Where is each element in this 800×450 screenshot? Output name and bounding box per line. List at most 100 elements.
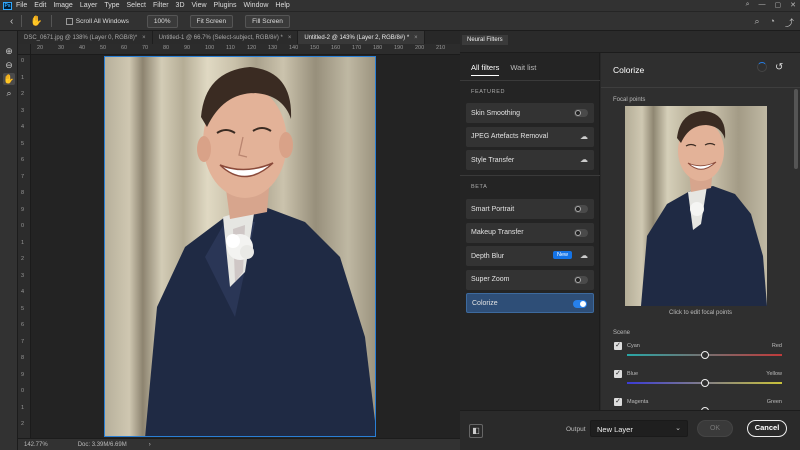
detail-scrollbar[interactable] <box>794 89 798 169</box>
ruler-tick-label: 0 <box>21 388 25 394</box>
minimize-icon[interactable]: — <box>759 1 766 9</box>
status-menu-arrow[interactable]: › <box>149 442 151 448</box>
maximize-icon[interactable]: ▢ <box>775 1 782 9</box>
neural-filters-footer: ◧ Output New Layer ⌄ OK Cancel <box>460 410 800 450</box>
filter-item-skin-smoothing[interactable]: Skin Smoothing <box>466 103 594 123</box>
cancel-button[interactable]: Cancel <box>747 420 787 437</box>
photoshop-logo: Ps <box>3 1 12 10</box>
cloud-download-icon[interactable]: ☁ <box>580 132 588 141</box>
hand-tool-icon[interactable]: ✋ <box>30 16 42 27</box>
document-tab[interactable]: DSC_0671.jpg @ 138% (Layer 0, RGB/8)* × <box>18 31 153 44</box>
close-icon[interactable]: ✕ <box>790 1 796 9</box>
close-tab-icon[interactable]: × <box>288 35 292 41</box>
filter-item-colorize[interactable]: Colorize <box>466 293 594 313</box>
ruler-tick-label: 180 <box>373 45 383 51</box>
filter-item-jpeg-artefacts-removal[interactable]: JPEG Artefacts Removal ☁ <box>466 126 594 147</box>
ruler-tick-label: 5 <box>21 140 25 147</box>
menu-item-layer[interactable]: Layer <box>80 2 98 9</box>
filter-detail-title: Colorize <box>613 65 645 75</box>
slider-thumb[interactable] <box>700 379 709 387</box>
close-tab-icon[interactable]: × <box>142 35 146 41</box>
ruler-tick-label: 1 <box>21 74 25 81</box>
document-tab-label: Untitled-2 @ 143% (Layer 2, RGB/8#) * <box>304 34 410 41</box>
menu-item-help[interactable]: Help <box>275 2 289 9</box>
menu-item-type[interactable]: Type <box>104 2 119 9</box>
focal-points-preview[interactable] <box>625 106 767 306</box>
menu-item-select[interactable]: Select <box>127 2 146 9</box>
ruler-top: 20 30 40 50 60 70 80 90 100 110 120 130 140 150 160 170… <box>31 44 460 55</box>
document-tab[interactable]: Untitled-2 @ 143% (Layer 2, RGB/8#) * × <box>298 31 425 44</box>
share-icon[interactable]: ⤴ <box>785 16 794 29</box>
output-label: Output <box>566 426 586 433</box>
document-tab[interactable]: Untitled-1 @ 66.7% (Select-subject, RGB/… <box>152 31 299 44</box>
filter-toggle[interactable] <box>574 205 588 213</box>
filter-item-label: JPEG Artefacts Removal <box>471 133 549 140</box>
ruler-left: 0 1 2 3 4 5 6 7 8 9 0 1 2 3 4 5 6 7 8 9 0 1 2 <box>18 55 31 438</box>
toggle-knob <box>575 229 581 236</box>
filter-item-smart-portrait[interactable]: Smart Portrait <box>466 199 594 219</box>
menu-item-view[interactable]: View <box>192 2 207 9</box>
home-icon[interactable]: ‹ <box>10 16 13 27</box>
fill-screen-button[interactable]: Fill Screen <box>245 14 290 28</box>
menu-item-filter[interactable]: Filter <box>153 2 169 9</box>
filter-item-style-transfer[interactable]: Style Transfer ☁ <box>466 150 594 170</box>
cloud-download-icon[interactable]: ☁ <box>580 251 588 260</box>
ruler-tick-label: 200 <box>415 45 425 51</box>
menu-items: File Edit Image Layer Type Select Filter 3D View… <box>16 2 297 9</box>
ruler-tick-label: 6 <box>21 157 25 163</box>
preview-toggle-icon[interactable]: ◧ <box>469 424 483 438</box>
filter-toggle[interactable] <box>574 109 588 117</box>
menu-item-plugins[interactable]: Plugins <box>214 2 237 9</box>
filter-item-makeup-transfer[interactable]: Makeup Transfer <box>466 222 594 243</box>
toggle-knob <box>580 301 586 307</box>
menu-item-edit[interactable]: Edit <box>34 2 46 9</box>
document-size: Doc: 3.39M/6.69M <box>77 441 127 448</box>
neural-filters-header: Neural Filters <box>460 31 800 53</box>
close-tab-icon[interactable]: × <box>414 35 418 41</box>
slider-right-label: Green <box>766 399 782 405</box>
menu-item-file[interactable]: File <box>16 2 27 9</box>
tab-all-filters[interactable]: All filters <box>471 63 500 76</box>
ruler-tick-label: 100 <box>205 45 215 51</box>
hand-tool-icon[interactable]: ✋ <box>3 73 15 85</box>
ruler-tick-label: 7 <box>21 338 25 345</box>
document-photo[interactable] <box>104 56 376 437</box>
help-icon[interactable]: ◔ <box>770 16 775 29</box>
reset-icon[interactable]: ↺ <box>775 62 783 73</box>
slider-checkbox[interactable]: ✓ <box>614 370 622 378</box>
filter-toggle[interactable] <box>573 300 587 308</box>
search-icon[interactable]: ⌕ <box>746 1 750 9</box>
zoom-100-button[interactable]: 100% <box>146 14 178 28</box>
fit-screen-button[interactable]: Fit Screen <box>189 14 234 28</box>
filter-toggle[interactable] <box>574 228 588 237</box>
zoom-tool-icon[interactable]: ⌕ <box>3 87 15 99</box>
search-icon[interactable]: ⌕ <box>755 16 760 29</box>
slider-checkbox[interactable]: ✓ <box>614 398 622 406</box>
cloud-download-icon[interactable]: ☁ <box>580 155 588 164</box>
menu-bar: Ps File Edit Image Layer Type Select Filter 3D V… <box>0 0 800 11</box>
filter-toggle[interactable] <box>574 275 588 284</box>
ok-button[interactable]: OK <box>697 420 733 437</box>
loading-spinner-icon <box>757 62 767 72</box>
filter-item-super-zoom[interactable]: Super Zoom <box>466 269 594 290</box>
slider-thumb[interactable] <box>700 351 709 359</box>
tab-wait-list[interactable]: Wait list <box>510 63 536 76</box>
portrait-image <box>145 67 375 436</box>
menu-item-image[interactable]: Image <box>53 2 72 9</box>
menu-item-3d[interactable]: 3D <box>176 2 185 9</box>
ruler-tick-label: 2 <box>21 421 25 427</box>
ruler-tick-label: 2 <box>21 256 25 262</box>
zoom-level[interactable]: 142.77% <box>24 442 48 448</box>
ruler-tick-label: 6 <box>21 322 25 328</box>
filter-item-depth-blur[interactable]: Depth Blur New ☁ <box>466 246 594 266</box>
canvas-area[interactable] <box>31 55 460 438</box>
tools-panel: ⊕ ⊖ ✋ ⌕ <box>0 31 18 450</box>
menu-item-window[interactable]: Window <box>244 2 269 9</box>
scroll-all-windows-checkbox[interactable] <box>65 17 73 25</box>
output-select[interactable]: New Layer ⌄ <box>590 420 688 437</box>
slider-checkbox[interactable]: ✓ <box>614 342 622 350</box>
filter-item-label: Skin Smoothing <box>471 109 521 117</box>
zoom-out-icon[interactable]: ⊖ <box>3 59 15 71</box>
zoom-in-icon[interactable]: ⊕ <box>3 45 15 57</box>
ruler-tick-label: 0 <box>21 58 25 64</box>
